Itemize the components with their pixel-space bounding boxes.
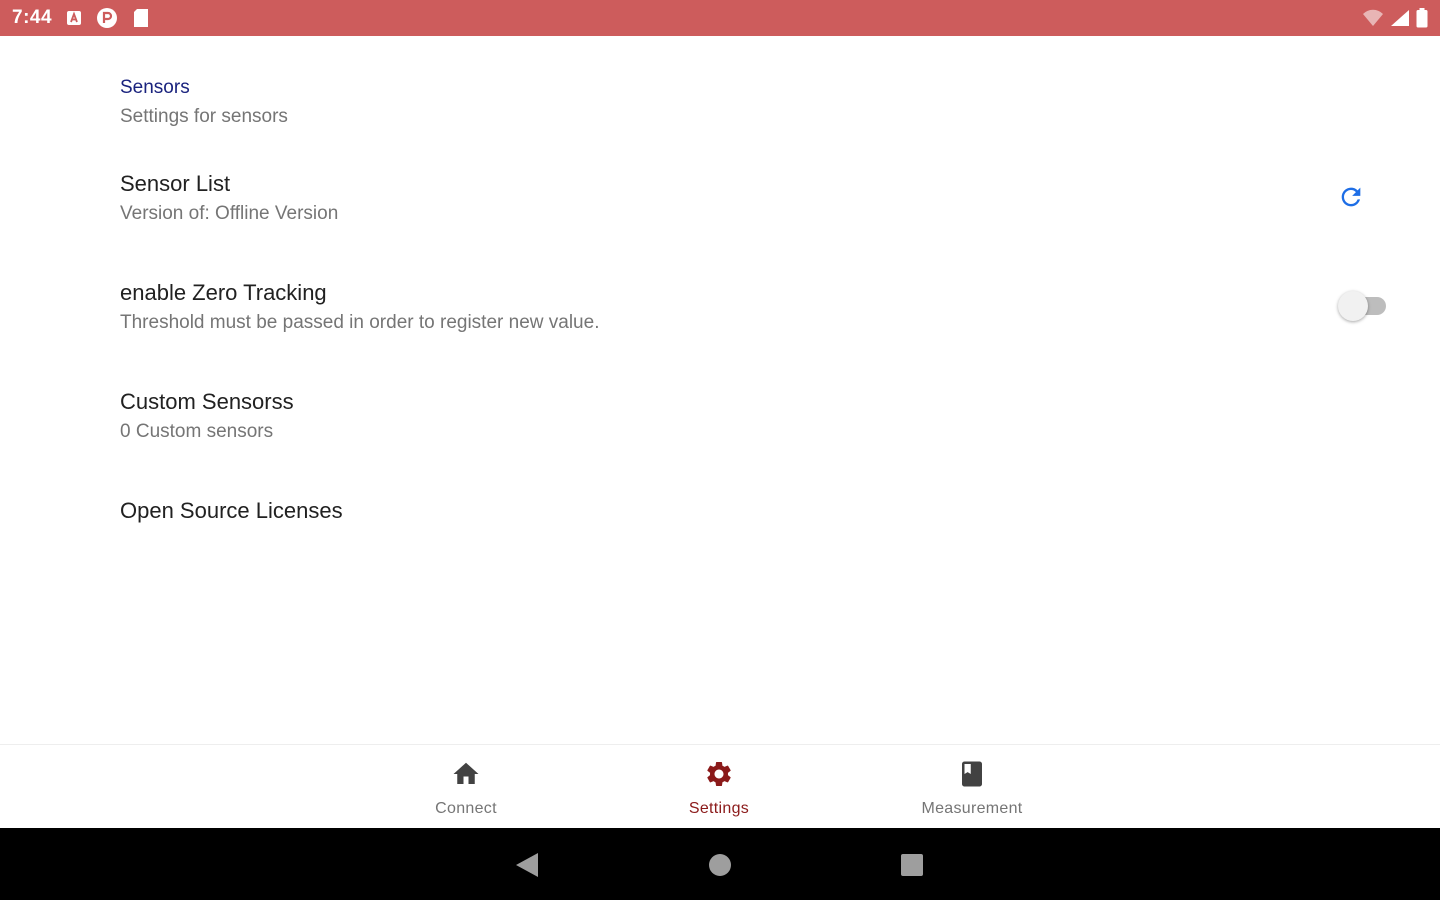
bottom-navigation: Connect Settings Measurement (0, 744, 1440, 828)
pref-summary: Threshold must be passed in order to reg… (120, 312, 600, 333)
gear-icon (704, 759, 734, 794)
pref-sensor-list[interactable]: Sensor List Version of: Offline Version (0, 170, 1440, 260)
category-summary: Settings for sensors (120, 106, 288, 127)
pref-open-source-licenses[interactable]: Open Source Licenses (0, 497, 1440, 587)
nav-label: Connect (435, 800, 497, 817)
p-notification-icon (96, 7, 118, 29)
sd-card-icon (132, 8, 150, 28)
a-notification-icon (66, 10, 82, 26)
settings-list: Sensors Settings for sensors Sensor List… (0, 36, 1440, 744)
notebook-icon (957, 759, 987, 794)
pref-zero-tracking[interactable]: enable Zero Tracking Threshold must be p… (0, 279, 1440, 369)
switch-thumb (1338, 291, 1368, 321)
category-sensors: Sensors Settings for sensors (120, 76, 288, 129)
recents-icon[interactable] (897, 850, 927, 880)
nav-item-measurement[interactable]: Measurement (872, 745, 1072, 829)
wifi-icon (1362, 9, 1384, 27)
pref-summary: Version of: Offline Version (120, 203, 339, 224)
category-title: Sensors (120, 77, 190, 98)
pref-title: Sensor List (120, 171, 231, 196)
status-bar: 7:44 (0, 0, 1440, 36)
back-icon[interactable] (512, 850, 542, 880)
nav-label: Measurement (921, 800, 1023, 817)
pref-custom-sensors[interactable]: Custom Sensorss 0 Custom sensors (0, 388, 1440, 478)
zero-tracking-switch[interactable] (1338, 287, 1390, 323)
refresh-icon[interactable] (1334, 180, 1368, 214)
pref-title: Custom Sensorss (120, 389, 294, 414)
battery-icon (1416, 8, 1428, 28)
home-icon (451, 759, 481, 794)
nav-item-connect[interactable]: Connect (366, 745, 566, 829)
nav-item-settings[interactable]: Settings (619, 745, 819, 829)
status-time: 7:44 (12, 7, 53, 28)
signal-icon (1390, 9, 1410, 27)
home-circle-icon[interactable] (705, 850, 735, 880)
pref-summary: 0 Custom sensors (120, 421, 274, 442)
system-navigation-bar (0, 828, 1440, 900)
pref-title: enable Zero Tracking (120, 280, 327, 305)
nav-label: Settings (688, 800, 750, 817)
pref-title: Open Source Licenses (120, 498, 343, 523)
